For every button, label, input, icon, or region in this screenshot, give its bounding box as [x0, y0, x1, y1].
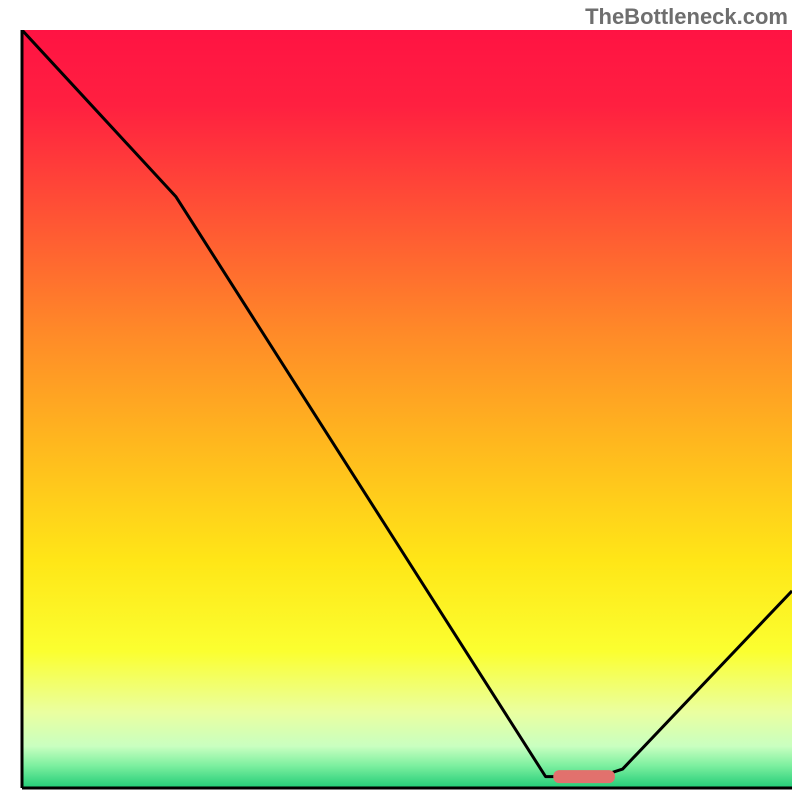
gradient-background	[22, 30, 792, 788]
optimal-range-marker	[553, 770, 615, 783]
watermark-text: TheBottleneck.com	[585, 4, 788, 30]
bottleneck-chart: TheBottleneck.com	[0, 0, 800, 800]
chart-svg	[0, 0, 800, 800]
